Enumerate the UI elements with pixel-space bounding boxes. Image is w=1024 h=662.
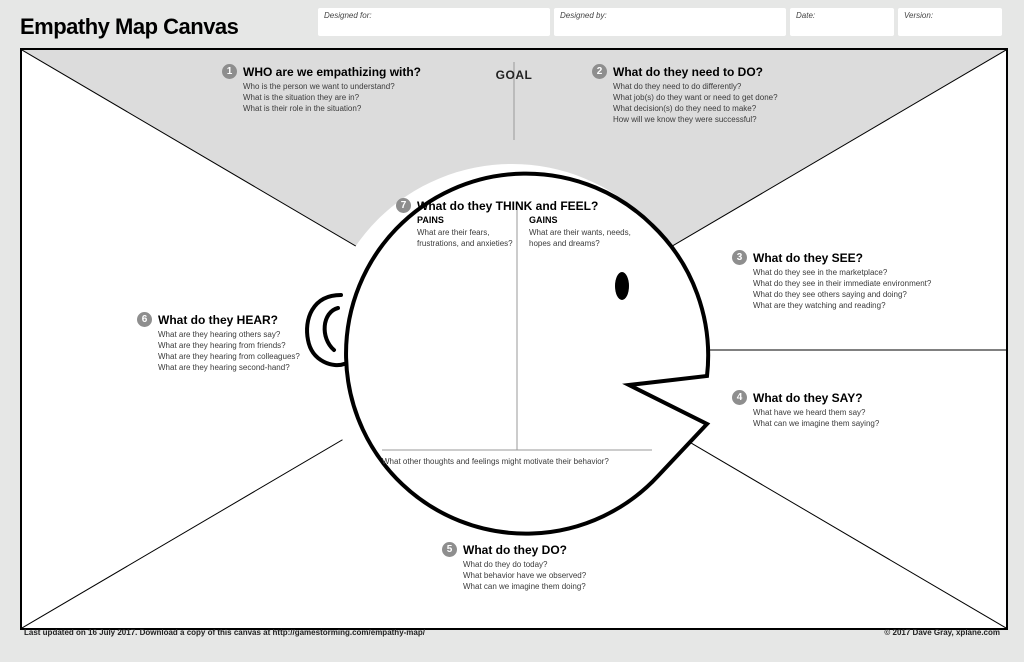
section-need-do: 2 What do they need to DO? What do they … (592, 64, 892, 125)
heading-5: What do they DO? (463, 543, 567, 557)
footer-copyright: © 2017 Dave Gray, xplane.com (884, 628, 1000, 637)
heading-7: What do they THINK and FEEL? (417, 199, 598, 213)
s6-q1: What are they hearing others say? (158, 329, 357, 340)
gains-q: What are their wants, needs, hopes and d… (529, 227, 639, 249)
version-field[interactable]: Version: (898, 8, 1002, 36)
heading-6: What do they HEAR? (158, 313, 278, 327)
heading-4: What do they SAY? (753, 391, 863, 405)
footer-updated: Last updated on 16 July 2017. Download a… (24, 628, 425, 637)
bullet-7: 7 (396, 198, 411, 213)
s3-q2: What do they see in their immediate envi… (753, 278, 992, 289)
s4-q1: What have we heard them say? (753, 407, 992, 418)
section-hear: 6 What do they HEAR? What are they heari… (137, 312, 357, 373)
date-field[interactable]: Date: (790, 8, 894, 36)
page-title: Empathy Map Canvas (20, 14, 238, 40)
section-do: 5 What do they DO? What do they do today… (442, 542, 702, 592)
bullet-4: 4 (732, 390, 747, 405)
s1-q1: Who is the person we want to understand? (243, 81, 492, 92)
bullet-3: 3 (732, 250, 747, 265)
section-see: 3 What do they SEE? What do they see in … (732, 250, 992, 311)
section-who: 1 WHO are we empathizing with? Who is th… (222, 64, 492, 114)
heading-2: What do they need to DO? (613, 65, 763, 79)
s5-q1: What do they do today? (463, 559, 702, 570)
think-feel-footnote: What other thoughts and feelings might m… (382, 454, 662, 467)
designed-by-field[interactable]: Designed by: (554, 8, 786, 36)
s6-q3: What are they hearing from colleagues? (158, 351, 357, 362)
section-think-feel: 7 What do they THINK and FEEL? PAINS Wha… (396, 198, 666, 249)
bullet-1: 1 (222, 64, 237, 79)
s6-q4: What are they hearing second-hand? (158, 362, 357, 373)
bullet-2: 2 (592, 64, 607, 79)
s3-q3: What do they see others saying and doing… (753, 289, 992, 300)
s2-q3: What decision(s) do they need to make? (613, 103, 892, 114)
designed-for-field[interactable]: Designed for: (318, 8, 550, 36)
s7-bottom: What other thoughts and feelings might m… (382, 456, 662, 467)
s6-q2: What are they hearing from friends? (158, 340, 357, 351)
s5-q3: What can we imagine them doing? (463, 581, 702, 592)
s1-q2: What is the situation they are in? (243, 92, 492, 103)
bullet-6: 6 (137, 312, 152, 327)
pains-q: What are their fears, frustrations, and … (417, 227, 517, 249)
s2-q2: What job(s) do they want or need to get … (613, 92, 892, 103)
s3-q1: What do they see in the marketplace? (753, 267, 992, 278)
s5-q2: What behavior have we observed? (463, 570, 702, 581)
s1-q3: What is their role in the situation? (243, 103, 492, 114)
heading-1: WHO are we empathizing with? (243, 65, 421, 79)
pains-heading: PAINS (417, 215, 517, 225)
goal-label: GOAL (496, 68, 533, 82)
s4-q2: What can we imagine them saying? (753, 418, 992, 429)
s2-q4: How will we know they were successful? (613, 114, 892, 125)
s2-q1: What do they need to do differently? (613, 81, 892, 92)
gains-heading: GAINS (529, 215, 639, 225)
canvas-frame: GOAL 1 WHO are we empathizing with? Who … (20, 48, 1008, 630)
heading-3: What do they SEE? (753, 251, 863, 265)
section-say: 4 What do they SAY? What have we heard t… (732, 390, 992, 429)
s3-q4: What are they watching and reading? (753, 300, 992, 311)
header-fields: Designed for: Designed by: Date: Version… (318, 8, 1002, 36)
bullet-5: 5 (442, 542, 457, 557)
